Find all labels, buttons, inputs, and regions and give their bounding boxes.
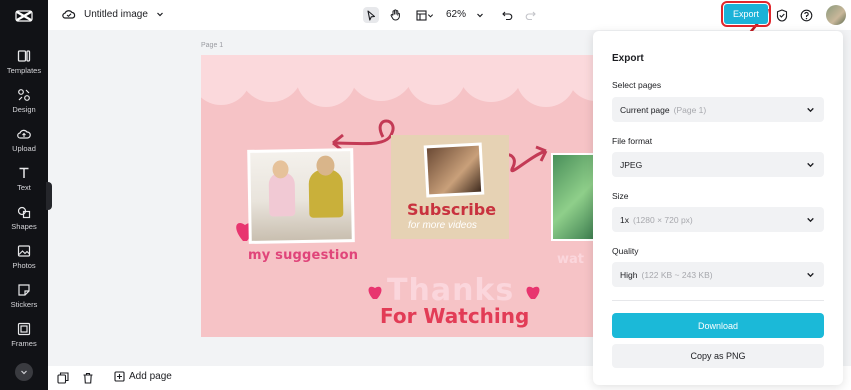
sidebar-item-label: Text: [17, 183, 31, 192]
sidebar-item-label: Frames: [11, 339, 37, 348]
zoom-menu-button[interactable]: [472, 7, 488, 23]
templates-icon: [17, 50, 31, 62]
help-icon: [800, 9, 812, 21]
cloud-icon: [62, 10, 76, 19]
select-tool-button[interactable]: [363, 7, 379, 23]
subscribe-text[interactable]: Subscribe: [407, 200, 496, 219]
photo-frame-partial[interactable]: [551, 153, 599, 241]
partial-watching-text[interactable]: wat: [557, 252, 584, 267]
undo-button[interactable]: [499, 7, 515, 23]
file-format-dropdown[interactable]: JPEG: [612, 152, 824, 177]
rail-collapse-button[interactable]: [15, 363, 33, 381]
sidebar-item-label: Templates: [6, 66, 42, 75]
shapes-icon: [17, 206, 31, 219]
portrait-photo: [423, 142, 485, 198]
help-button[interactable]: [798, 7, 814, 23]
panel-divider: [612, 300, 824, 301]
sidebar-item-text[interactable]: Text: [0, 164, 48, 200]
photos-icon: [17, 245, 31, 257]
shield-button[interactable]: [774, 7, 790, 23]
size-dropdown[interactable]: 1x (1280 × 720 px): [612, 207, 824, 232]
design-canvas[interactable]: my suggestion Subscribe for more videos …: [201, 55, 599, 337]
quality-value: High: [620, 269, 638, 280]
design-icon: [18, 89, 30, 101]
sidebar-item-label: Photos: [12, 261, 36, 270]
undo-icon: [501, 11, 512, 20]
redo-button[interactable]: [522, 7, 538, 23]
chevron-down-icon: [807, 107, 814, 113]
copy-as-png-button[interactable]: Copy as PNG: [612, 344, 824, 368]
hand-icon: [390, 9, 400, 21]
sidebar-item-label: Upload: [12, 144, 36, 153]
for-watching-text[interactable]: For Watching: [380, 304, 529, 328]
stickers-icon: [18, 284, 30, 296]
export-button[interactable]: Export: [721, 1, 771, 27]
chevron-down-icon: [427, 13, 434, 18]
duplicate-page-icon[interactable]: [57, 372, 69, 384]
export-panel: Export Select pages Current page (Page 1…: [593, 31, 843, 385]
hand-tool-button[interactable]: [387, 7, 403, 23]
page-label: Page 1: [201, 42, 224, 49]
sidebar-item-label: Stickers: [10, 300, 38, 309]
layout-icon: [416, 9, 427, 21]
cloud-decoration-icon: [201, 55, 599, 107]
sidebar-item-upload[interactable]: Upload: [0, 125, 48, 161]
select-pages-hint: (Page 1): [673, 104, 707, 115]
chevron-down-icon: [807, 162, 814, 168]
quality-hint: (122 KB ~ 243 KB): [641, 269, 713, 280]
my-suggestion-text[interactable]: my suggestion: [248, 248, 358, 263]
select-pages-dropdown[interactable]: Current page (Page 1): [612, 97, 824, 122]
shield-icon: [776, 8, 788, 22]
chevron-down-icon: [807, 217, 814, 223]
export-panel-title: Export: [612, 53, 644, 64]
chevron-down-icon: [807, 272, 814, 278]
upload-icon: [17, 129, 31, 139]
left-rail: Templates Design Upload Text Shapes Phot…: [0, 0, 52, 390]
file-format-label: File format: [612, 136, 653, 146]
editor-app: Templates Design Upload Text Shapes Phot…: [0, 0, 851, 390]
file-format-value: JPEG: [620, 159, 643, 170]
size-hint: (1280 × 720 px): [632, 214, 693, 225]
top-toolbar: Untitled image 62% Export: [48, 0, 851, 40]
add-page-button[interactable]: Add page: [114, 371, 172, 382]
user-avatar[interactable]: [826, 5, 846, 25]
add-page-label: Add page: [129, 371, 172, 382]
curly-arrow-left-icon: [332, 119, 395, 146]
frames-icon: [17, 322, 31, 336]
sidebar-item-templates[interactable]: Templates: [0, 47, 48, 83]
sidebar-item-design[interactable]: Design: [0, 86, 48, 122]
heart-sticker-icon: [526, 286, 540, 299]
size-value: 1x: [620, 214, 629, 225]
chevron-down-icon: [477, 13, 483, 18]
heart-sticker-icon: [368, 286, 382, 299]
size-label: Size: [612, 191, 629, 201]
download-button[interactable]: Download: [612, 313, 824, 338]
document-title-group[interactable]: Untitled image: [62, 8, 164, 20]
zoom-level[interactable]: 62%: [446, 9, 466, 20]
quality-label: Quality: [612, 246, 639, 256]
sidebar-item-photos[interactable]: Photos: [0, 242, 48, 278]
quality-dropdown[interactable]: High (122 KB ~ 243 KB): [612, 262, 824, 287]
trash-icon[interactable]: [82, 372, 94, 384]
select-pages-value: Current page: [620, 104, 670, 115]
sidebar-item-frames[interactable]: Frames: [0, 320, 48, 356]
text-icon: [19, 167, 29, 178]
photo-frame-girls[interactable]: [247, 148, 355, 244]
sidebar-item-shapes[interactable]: Shapes: [0, 203, 48, 239]
sidebar-item-label: Shapes: [11, 222, 37, 231]
sidebar-item-stickers[interactable]: Stickers: [0, 281, 48, 317]
for-more-videos-text[interactable]: for more videos: [408, 220, 477, 231]
redo-icon: [525, 11, 536, 20]
capcut-logo-icon[interactable]: [14, 6, 34, 26]
chevron-down-icon: [21, 370, 27, 375]
thanks-text[interactable]: Thanks: [387, 273, 514, 308]
add-page-icon: [114, 371, 125, 382]
select-pages-label: Select pages: [612, 80, 662, 90]
cursor-icon: [367, 9, 376, 21]
document-title: Untitled image: [84, 8, 148, 20]
layout-menu-button[interactable]: [413, 7, 437, 23]
chevron-down-icon: [156, 12, 163, 17]
panel-resize-handle[interactable]: [46, 182, 52, 210]
sidebar-item-label: Design: [12, 105, 36, 114]
